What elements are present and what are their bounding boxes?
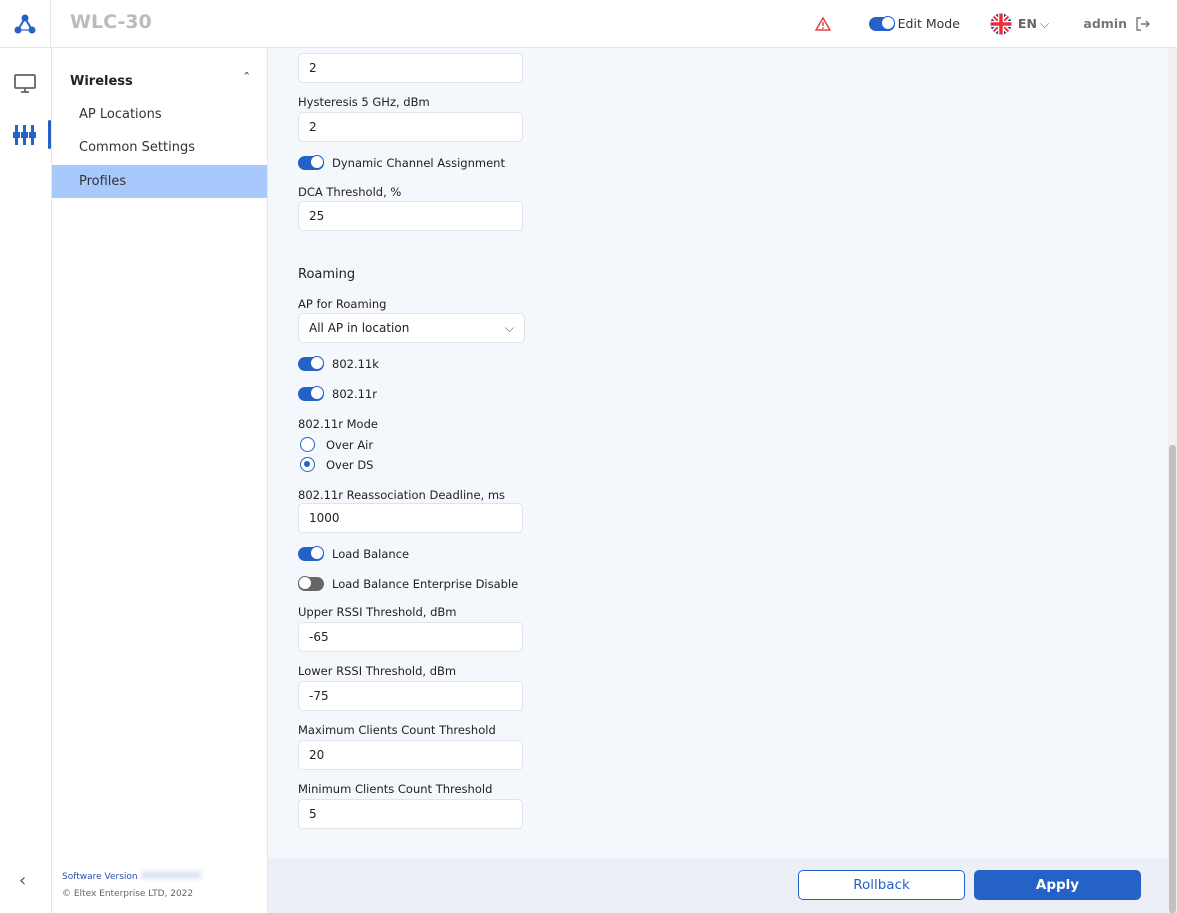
- min-clients-label: Minimum Clients Count Threshold: [298, 782, 493, 796]
- load-balance-switch[interactable]: Load Balance: [298, 546, 409, 561]
- sidebar: Wireless ˆ AP Locations Common Settings P…: [52, 48, 268, 913]
- sidebar-group-wireless[interactable]: Wireless ˆ: [70, 72, 251, 89]
- copyright: © Eltex Enterprise LTD, 2022: [62, 889, 194, 899]
- ap-roaming-select[interactable]: All AP in location ⌵: [298, 313, 525, 343]
- edit-mode-label: Edit Mode: [897, 16, 960, 31]
- profile-form: 2 Hysteresis 5 GHz, dBm 2 Dynamic Channe…: [268, 48, 1168, 858]
- apply-button[interactable]: Apply: [974, 870, 1141, 900]
- hysteresis5-label: Hysteresis 5 GHz, dBm: [298, 95, 430, 109]
- hysteresis5-input[interactable]: 2: [298, 112, 523, 142]
- network-logo-icon: [14, 14, 36, 33]
- min-clients-input[interactable]: 5: [298, 799, 523, 829]
- reassoc-input[interactable]: 1000: [298, 503, 523, 533]
- lb-enterprise-disable-switch[interactable]: Load Balance Enterprise Disable: [298, 576, 518, 591]
- sidebar-item-ap-locations[interactable]: AP Locations: [52, 98, 267, 131]
- dca-threshold-label: DCA Threshold, %: [298, 185, 402, 199]
- reassoc-label: 802.11r Reassociation Deadline, ms: [298, 488, 506, 502]
- app-title: WLC-30: [70, 11, 152, 33]
- user-name: admin: [1083, 16, 1127, 31]
- top-bar: WLC-30 Edit Mode EN ⌵ admin: [0, 0, 1177, 48]
- max-clients-input[interactable]: 20: [298, 740, 523, 770]
- 80211r-switch[interactable]: 802.11r: [298, 386, 377, 401]
- language-selector[interactable]: EN: [1018, 16, 1037, 31]
- sidebar-item-common-settings[interactable]: Common Settings: [52, 131, 267, 164]
- monitor-icon[interactable]: [14, 74, 36, 94]
- roaming-section-title: Roaming: [298, 267, 356, 282]
- logout-icon[interactable]: [1135, 16, 1151, 32]
- 80211k-switch[interactable]: 802.11k: [298, 356, 379, 371]
- dca-switch[interactable]: Dynamic Channel Assignment: [298, 155, 505, 170]
- rollback-button[interactable]: Rollback: [798, 870, 965, 900]
- scrollbar-thumb[interactable]: [1169, 445, 1176, 913]
- lower-rssi-input[interactable]: -75: [298, 681, 523, 711]
- ap-roaming-label: AP for Roaming: [298, 297, 387, 311]
- active-indicator: [48, 120, 51, 149]
- chevron-up-icon: ˆ: [243, 72, 251, 87]
- uk-flag-icon[interactable]: [990, 13, 1012, 35]
- chevron-down-icon: ⌵: [504, 321, 514, 335]
- software-version: Software Version: [62, 871, 201, 882]
- radio-over-ds[interactable]: Over DS: [300, 457, 373, 472]
- radio-over-air[interactable]: Over Air: [300, 437, 373, 452]
- chevron-down-icon[interactable]: ⌵: [1040, 16, 1049, 32]
- max-clients-label: Maximum Clients Count Threshold: [298, 723, 496, 737]
- action-bar: Rollback Apply: [268, 858, 1168, 913]
- icon-rail: ‹: [0, 48, 52, 913]
- edit-mode-toggle[interactable]: [868, 15, 895, 31]
- logo[interactable]: [0, 0, 51, 47]
- upper-rssi-label: Upper RSSI Threshold, dBm: [298, 605, 457, 619]
- collapse-sidebar-icon[interactable]: ‹: [19, 870, 26, 891]
- dca-threshold-input[interactable]: 25: [298, 201, 523, 231]
- upper-rssi-input[interactable]: -65: [298, 622, 523, 652]
- warning-icon[interactable]: [814, 16, 831, 31]
- lower-rssi-label: Lower RSSI Threshold, dBm: [298, 664, 457, 678]
- r-mode-label: 802.11r Mode: [298, 417, 378, 431]
- hysteresis-24-input[interactable]: 2: [298, 53, 523, 83]
- scrollbar[interactable]: [1168, 48, 1177, 913]
- settings-sliders-icon[interactable]: [13, 124, 37, 146]
- sidebar-item-profiles[interactable]: Profiles: [52, 165, 267, 198]
- group-label: Wireless: [70, 74, 133, 89]
